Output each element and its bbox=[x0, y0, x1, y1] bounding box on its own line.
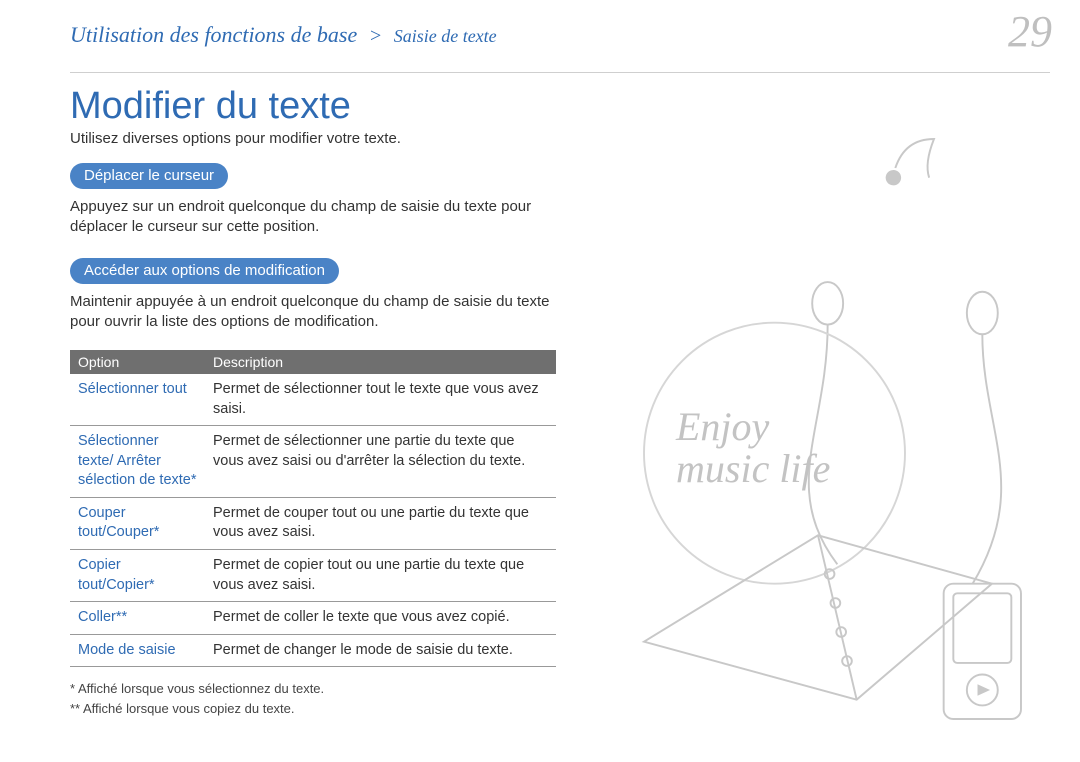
mp3-screen-icon bbox=[953, 593, 1011, 663]
notebook-icon bbox=[644, 535, 992, 699]
breadcrumb-sub: Saisie de texte bbox=[394, 26, 497, 46]
option-cell: Mode de saisie bbox=[70, 634, 205, 667]
footnote-1: * Affiché lorsque vous sélectionnez du t… bbox=[70, 679, 556, 699]
description-cell: Permet de copier tout ou une partie du t… bbox=[205, 549, 556, 601]
music-note-icon bbox=[895, 139, 934, 178]
option-cell: Couper tout/Couper* bbox=[70, 497, 205, 549]
th-option: Option bbox=[70, 350, 205, 374]
option-cell: Copier tout/Copier* bbox=[70, 549, 205, 601]
mp3-player-icon bbox=[944, 584, 1021, 719]
left-column: Modifier du texte Utilisez diverses opti… bbox=[70, 81, 556, 755]
tagline-line1: Enjoy bbox=[676, 406, 830, 448]
table-row: Sélectionner texte/ Arrêter sélection de… bbox=[70, 426, 556, 498]
footnotes: * Affiché lorsque vous sélectionnez du t… bbox=[70, 679, 556, 718]
section-body-move-cursor: Appuyez sur un endroit quelconque du cha… bbox=[70, 197, 556, 238]
page-header: Utilisation des fonctions de base > Sais… bbox=[0, 0, 1080, 62]
table-row: Couper tout/Couper* Permet de couper tou… bbox=[70, 497, 556, 549]
option-cell: Sélectionner tout bbox=[70, 374, 205, 426]
page-number: 29 bbox=[1008, 6, 1052, 57]
right-column: Enjoy music life bbox=[586, 81, 1050, 755]
tagline: Enjoy music life bbox=[676, 406, 830, 490]
breadcrumb-sep: > bbox=[369, 25, 383, 47]
table-row: Mode de saisie Permet de changer le mode… bbox=[70, 634, 556, 667]
table-header-row: Option Description bbox=[70, 350, 556, 374]
intro-text: Utilisez diverses options pour modifier … bbox=[70, 130, 556, 147]
section-pill-edit-options: Accéder aux options de modification bbox=[70, 258, 339, 284]
earbud-right-icon bbox=[967, 292, 998, 335]
section-pill-move-cursor: Déplacer le curseur bbox=[70, 163, 228, 189]
footnote-2: ** Affiché lorsque vous copiez du texte. bbox=[70, 699, 556, 719]
option-cell: Coller** bbox=[70, 602, 205, 635]
description-cell: Permet de sélectionner une partie du tex… bbox=[205, 426, 556, 498]
table-row: Coller** Permet de coller le texte que v… bbox=[70, 602, 556, 635]
description-cell: Permet de coller le texte que vous avez … bbox=[205, 602, 556, 635]
description-cell: Permet de sélectionner tout le texte que… bbox=[205, 374, 556, 426]
music-note-dot-icon bbox=[886, 170, 901, 185]
description-cell: Permet de couper tout ou une partie du t… bbox=[205, 497, 556, 549]
description-cell: Permet de changer le mode de saisie du t… bbox=[205, 634, 556, 667]
earbud-left-icon bbox=[812, 282, 843, 325]
earbud-wire-right-icon bbox=[973, 334, 1002, 583]
table-row: Sélectionner tout Permet de sélectionner… bbox=[70, 374, 556, 426]
option-cell: Sélectionner texte/ Arrêter sélection de… bbox=[70, 426, 205, 498]
tagline-line2: music life bbox=[676, 448, 830, 490]
content: Modifier du texte Utilisez diverses opti… bbox=[0, 73, 1080, 755]
section-body-edit-options: Maintenir appuyée à un endroit quelconqu… bbox=[70, 292, 556, 333]
page: Utilisation des fonctions de base > Sais… bbox=[0, 0, 1080, 762]
table-row: Copier tout/Copier* Permet de copier tou… bbox=[70, 549, 556, 601]
breadcrumb: Utilisation des fonctions de base > Sais… bbox=[70, 22, 497, 47]
breadcrumb-main: Utilisation des fonctions de base bbox=[70, 22, 357, 47]
play-icon bbox=[977, 684, 990, 696]
th-description: Description bbox=[205, 350, 556, 374]
page-title: Modifier du texte bbox=[70, 85, 556, 128]
options-table: Option Description Sélectionner tout Per… bbox=[70, 350, 556, 667]
